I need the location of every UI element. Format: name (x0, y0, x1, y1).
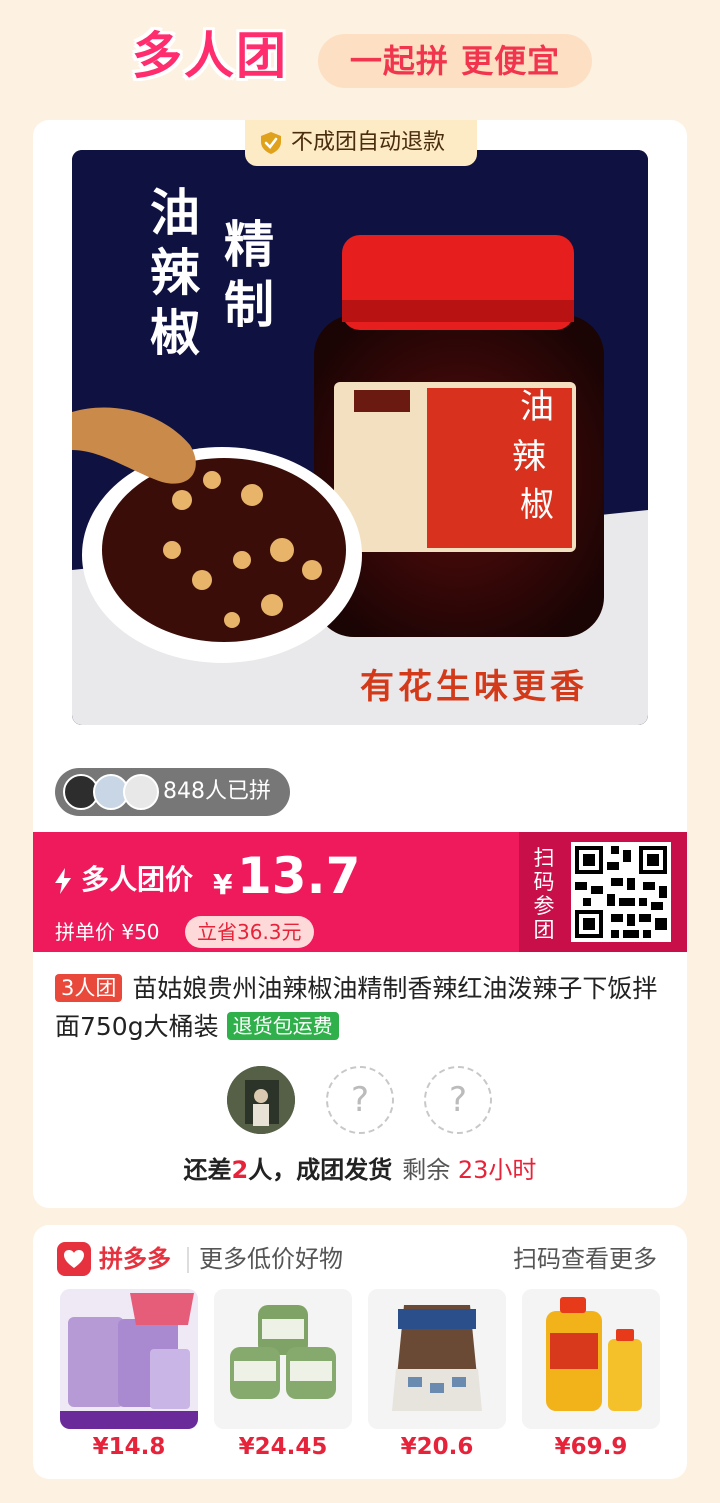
divider (187, 1247, 189, 1273)
empty-member-slot: ? (424, 1066, 492, 1134)
group-price-label: 多人团价 (81, 863, 194, 896)
product-price: ¥20.6 (400, 1434, 474, 1460)
status-prefix: 还差 (183, 1156, 232, 1184)
free-return-tag: 退货包运费 (226, 1012, 339, 1040)
product-price: ¥14.8 (92, 1434, 166, 1460)
more-deals-label: 更多低价好物 (199, 1245, 343, 1273)
refund-badge-text: 不成团自动退款 (291, 130, 446, 155)
product-thumb[interactable] (214, 1289, 352, 1429)
group-member-avatar (227, 1066, 295, 1134)
image-text-char-3: 椒 (150, 303, 200, 362)
group-price-amount: 13.7 (237, 847, 361, 905)
heart-icon (64, 1250, 84, 1268)
product-price: ¥69.9 (554, 1434, 628, 1460)
group-size-tag: 3人团 (55, 974, 123, 1002)
product-price: ¥24.45 (238, 1434, 328, 1460)
product-title-text: 苗姑娘贵州油辣椒油精制香辣红油泼辣子下饭拌面750g大桶装 (55, 974, 658, 1041)
status-suffix: 人，成团发货 (248, 1156, 393, 1184)
status-count: 2 (231, 1156, 249, 1184)
group-buy-card: 油 辣 椒 油 辣 椒 精 制 有花生味更香 不成团自动退款 848人已拼 多人… (33, 120, 687, 1208)
remain-time: 23小时 (457, 1156, 537, 1184)
pinduoduo-logo-icon (57, 1242, 91, 1276)
remain-label: 剩余 (402, 1156, 451, 1184)
product-title[interactable]: 3人团 苗姑娘贵州油辣椒油精制香辣红油泼辣子下饭拌面750g大桶装 退货包运费 (55, 970, 671, 1046)
chocolate-bag-image (368, 1289, 506, 1429)
single-price: 拼单价 ¥50 (55, 920, 160, 944)
product-thumb[interactable] (522, 1289, 660, 1429)
scan-to-join[interactable]: 扫码参团 (519, 832, 687, 952)
group-status: 还差2人，成团发货 剩余 23小时 (33, 1152, 687, 1188)
jar-label-char-3: 椒 (520, 485, 554, 525)
brand-name: 拼多多 (99, 1245, 171, 1273)
lightning-icon (55, 868, 71, 894)
scan-to-join-label: 扫码参团 (533, 846, 555, 942)
image-text-char-5: 制 (224, 275, 274, 334)
slogan-pill: 一起拼 更便宜 (318, 34, 592, 88)
product-image[interactable]: 油 辣 椒 油 辣 椒 精 制 有花生味更香 (72, 150, 648, 725)
cooking-oil-image (522, 1289, 660, 1429)
multi-group-logo: 多人团 (132, 27, 288, 85)
refund-badge: 不成团自动退款 (245, 120, 477, 166)
image-caption: 有花生味更香 (360, 667, 588, 707)
page-header: 多人团 一起拼 更便宜 (0, 0, 720, 110)
joined-count-pill: 848人已拼 (55, 768, 290, 816)
product-thumb[interactable] (368, 1289, 506, 1429)
saving-badge: 立省36.3元 (185, 916, 314, 948)
image-text-char-2: 辣 (150, 243, 201, 302)
currency-symbol: ¥ (213, 868, 233, 901)
shield-check-icon (261, 132, 281, 154)
cotton-pads-image (214, 1289, 352, 1429)
qr-code-icon (571, 842, 671, 942)
joined-count-text: 848人已拼 (163, 779, 271, 804)
softener-image (60, 1289, 198, 1429)
price-band: 多人团价 ¥ 13.7 拼单价 ¥50 立省36.3元 扫码参团 (33, 832, 687, 952)
avatar (123, 774, 159, 810)
qr-code[interactable] (571, 842, 671, 942)
empty-member-slot: ? (326, 1066, 394, 1134)
jar-label-char-1: 油 (520, 387, 554, 427)
jar-label-char-2: 辣 (512, 437, 546, 477)
image-text-char-1: 油 (150, 183, 200, 242)
image-text-char-4: 精 (224, 215, 274, 274)
product-photo-illustration: 油 辣 椒 油 辣 椒 精 制 有花生味更香 (72, 150, 648, 725)
product-thumb[interactable] (60, 1289, 198, 1429)
scan-more-link[interactable]: 扫码查看更多 (513, 1239, 657, 1279)
member-photo (227, 1066, 295, 1134)
recommend-card: 拼多多 更多低价好物 扫码查看更多 ¥14.8 ¥24.45 ¥20.6 ¥69… (33, 1225, 687, 1479)
